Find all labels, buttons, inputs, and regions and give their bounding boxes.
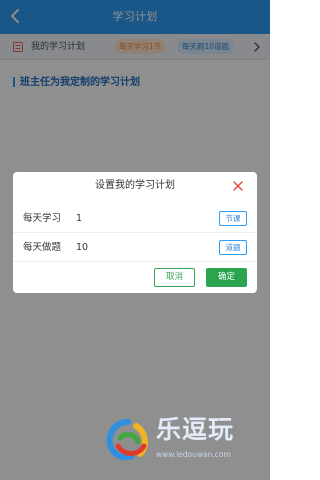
close-icon[interactable] [232,180,244,192]
watermark-logo-icon [106,419,148,461]
questions-unit-badge: 道题 [219,240,247,255]
daily-questions-row: 每天做题 10 道题 [13,233,257,262]
daily-lessons-label: 每天学习 [23,213,62,224]
daily-questions-input[interactable]: 10 [76,233,88,262]
daily-lessons-input[interactable]: 1 [76,204,82,233]
cancel-button[interactable]: 取消 [154,268,195,287]
daily-lessons-row: 每天学习 1 节课 [13,204,257,233]
watermark-url: www.ledouwan.com [156,450,231,459]
confirm-button[interactable]: 确定 [206,268,247,287]
daily-questions-label: 每天做题 [23,242,62,253]
lessons-unit-badge: 节课 [219,211,247,226]
dialog-title: 设置我的学习计划 [95,180,175,191]
watermark-name: 乐逗玩 [156,415,235,444]
watermark: 乐逗玩 www.ledouwan.com [100,412,260,468]
study-plan-dialog: 设置我的学习计划 每天学习 1 节课 每天做题 10 道题 取消 确定 [13,172,257,293]
